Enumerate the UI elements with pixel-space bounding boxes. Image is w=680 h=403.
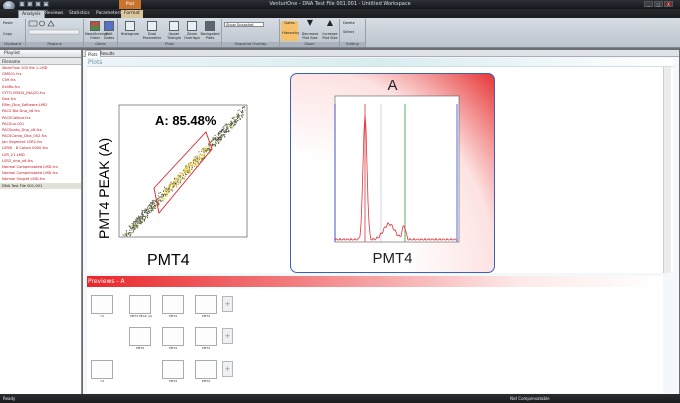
region-tools-icon[interactable] [26, 19, 84, 41]
histogram-button[interactable]: Histogram [120, 21, 140, 41]
group-label: Editing [340, 42, 365, 47]
work-area: Plots Results Plots A: 85.48% PMT4 PMT4 … [83, 50, 679, 394]
delete-button[interactable]: Delete [343, 21, 355, 25]
tab-statistics[interactable]: Statistics [66, 10, 93, 18]
group-snapshot: Show Snapshot Snapshot Overlap [222, 19, 280, 47]
add-preview-button[interactable]: + [222, 296, 233, 312]
increase-plot-size-button[interactable]: ▲ Increase Plot Size [320, 18, 340, 41]
group-clipboard: Paste Copy Clipboard [0, 19, 26, 47]
plots-section-header: Plots [87, 58, 673, 67]
group-label: Clipboard [0, 42, 25, 47]
decrease-plot-size-button[interactable]: ▼ Decrease Plot Size [300, 18, 320, 41]
filename-column[interactable]: Filename [0, 58, 81, 65]
playlist-panel: Playlist Filename WorkFlow 100 file 1.LM… [0, 50, 82, 394]
group-label: Regions [26, 42, 83, 47]
previews-panel: Y4 PMT4 PEAK (A) PMT4 PMT4 + PMT4 PMT4 P… [87, 287, 663, 393]
preview-thumb[interactable]: PMT4 [195, 327, 217, 350]
histogram-icon [125, 21, 135, 31]
view-dropdown[interactable]: Show Snapshot [224, 22, 264, 27]
select-button[interactable]: Select [343, 30, 354, 34]
order-icon [90, 21, 100, 31]
preview-thumb[interactable]: PMT4 [162, 295, 184, 318]
minimize-button[interactable]: _ [644, 1, 653, 7]
upper-triangle-button[interactable]: Upper Triangle [164, 21, 184, 41]
hierarchy-button[interactable]: Hierarchy [282, 31, 299, 35]
backgate-icon [205, 21, 215, 31]
group-gates: New/Arrange Order Edit Gates Gates [84, 19, 118, 47]
previews-header: Previews - A [87, 276, 663, 287]
close-button[interactable]: X [664, 1, 673, 7]
histogram-x-axis-label: PMT4 [372, 250, 413, 267]
vertical-scrollbar[interactable] [663, 67, 671, 273]
add-preview-button[interactable]: + [222, 328, 233, 344]
histogram-plot [334, 95, 460, 243]
histogram-card[interactable]: A PMT4 [290, 73, 495, 273]
paste-button[interactable]: Paste [3, 21, 13, 25]
triangle-down-icon: ▼ [306, 18, 314, 27]
group-label: Plots [118, 42, 221, 47]
x-axis-label: PMT4 [147, 252, 190, 269]
backgated-plots-button[interactable]: Backgated Plots [200, 21, 220, 41]
preview-thumb[interactable]: Y4 [91, 360, 113, 383]
zoom-overlays-button[interactable]: Zoom Overlays [182, 21, 202, 41]
dot-plot[interactable]: A: 85.48% PMT4 PMT4 PEAK (A) [87, 67, 287, 273]
file-list: WorkFlow 100 file 1.LMD GM001.fcs C09.fcs 0… [0, 65, 81, 189]
playlist-header: Playlist [0, 50, 81, 58]
preview-thumb[interactable]: PMT4 PEAK (A) [129, 295, 152, 318]
tab-format[interactable]: Format [121, 10, 143, 18]
gates-icon [104, 21, 114, 31]
maximize-button[interactable]: □ [654, 1, 663, 7]
status-text: Ready [3, 396, 16, 401]
preview-thumb[interactable]: PMT4 [195, 295, 217, 318]
tab-reviews[interactable]: Reviews [42, 10, 66, 18]
gate-label: A: 85.48% [155, 113, 217, 128]
tab-analysis[interactable]: Analysis [18, 10, 45, 18]
preview-thumb[interactable]: PMT4 [162, 327, 184, 350]
triangle-icon [169, 21, 179, 31]
tab-parameters[interactable]: Parameters [93, 10, 125, 18]
edit-gates-button[interactable]: Edit Gates [101, 21, 117, 41]
group-label: Zoom [280, 42, 339, 47]
title-bar: S ↶ ↷ ▾ VenturiOne - DNA Test File 001.0… [0, 0, 680, 12]
group-plots: Histogram Dual Parameter Upper Triangle … [118, 19, 222, 47]
plots-canvas: A: 85.48% PMT4 PMT4 PEAK (A) A PMT4 [87, 67, 673, 273]
preview-thumb[interactable]: Y4 [91, 295, 113, 318]
group-regions: Regions [26, 19, 84, 47]
window-title: VenturiOne - DNA Test File 001.001 - Unt… [269, 1, 411, 7]
overlay-icon [187, 21, 197, 31]
ribbon-tabs: Analysis Reviews Statistics Parameters F… [0, 9, 680, 18]
add-preview-button[interactable]: + [222, 361, 233, 377]
group-label: Snapshot Overlap [222, 42, 279, 47]
tab-results[interactable]: Results [98, 50, 116, 57]
dual-param-icon [147, 21, 157, 31]
preview-thumb[interactable]: PMT4 [129, 327, 151, 350]
ribbon: Paste Copy Clipboard Regions New/Arrange… [0, 18, 680, 48]
preview-thumb[interactable]: PMT4 [162, 360, 184, 383]
preview-thumb[interactable]: PMT4 [195, 360, 217, 383]
work-tabs: Plots Results [83, 50, 679, 57]
status-bar: Ready Not Compensatable [0, 394, 680, 403]
group-label: Gates [84, 42, 117, 47]
group-zoom: Gates Hierarchy ▼ Decrease Plot Size ▲ Inc… [280, 19, 340, 47]
copy-button[interactable]: Copy [3, 32, 12, 36]
plot-context-tab: Plot [119, 0, 141, 9]
playlist-file[interactable]: DNA Test File 001.001 [0, 182, 81, 189]
y-axis-label: PMT4 PEAK (A) [96, 138, 112, 239]
triangle-up-icon: ▲ [326, 18, 334, 27]
group-editing: Delete Select Editing [340, 19, 366, 47]
dual-parameter-button[interactable]: Dual Parameter [142, 21, 162, 41]
compensation-status: Not Compensatable [510, 396, 550, 401]
